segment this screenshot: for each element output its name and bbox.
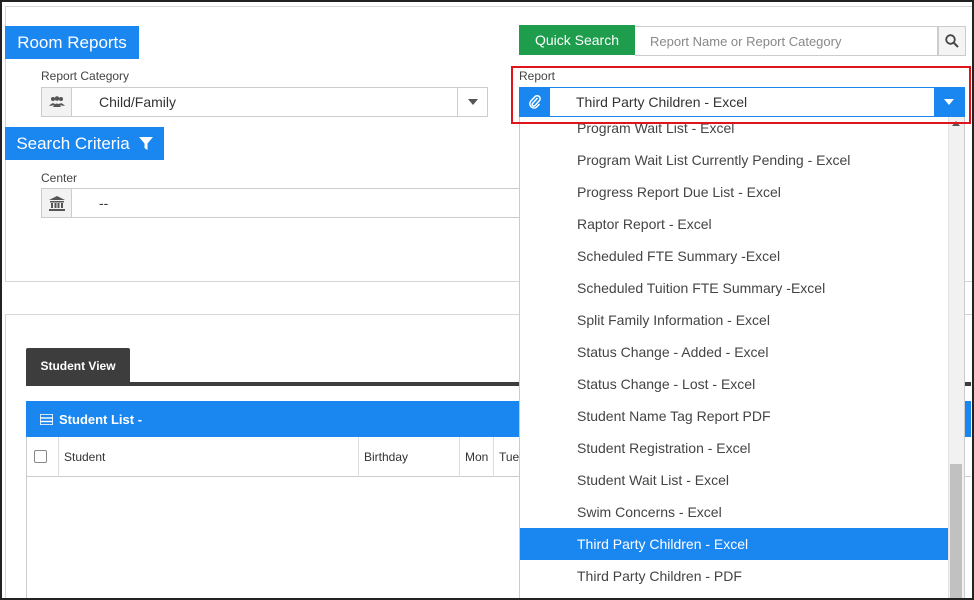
select-all-checkbox[interactable]	[34, 450, 47, 463]
search-icon	[945, 34, 959, 48]
building-icon	[42, 189, 72, 217]
dropdown-item[interactable]: Scheduled Tuition FTE Summary -Excel	[520, 272, 949, 304]
dropdown-item[interactable]: Student Wait List - Excel	[520, 464, 949, 496]
dropdown-item[interactable]: Status Change - Lost - Excel	[520, 368, 949, 400]
report-highlight-box	[511, 66, 971, 124]
report-category-select[interactable]: Child/Family	[41, 87, 488, 117]
dropdown-item[interactable]: Swim Concerns - Excel	[520, 496, 949, 528]
center-value: --	[99, 195, 109, 211]
dropdown-item[interactable]: Progress Report Due List - Excel	[520, 176, 949, 208]
dropdown-item[interactable]: Raptor Report - Excel	[520, 208, 949, 240]
chevron-down-icon[interactable]	[457, 88, 487, 116]
quick-search-label: Quick Search	[534, 32, 620, 48]
dropdown-item[interactable]: Third Party Children - PDF	[520, 560, 949, 592]
room-reports-label: Room Reports	[17, 32, 127, 52]
dropdown-item[interactable]: Status Change - Added - Excel	[520, 336, 949, 368]
center-select[interactable]: --	[41, 188, 521, 218]
tab-student-view-label: Student View	[40, 359, 116, 373]
search-button[interactable]	[938, 26, 966, 56]
report-category-label: Report Category	[41, 69, 130, 83]
room-reports-header: Room Reports	[5, 26, 139, 59]
filter-icon	[138, 136, 153, 150]
report-dropdown-list[interactable]: Program Wait List - Excel Program Wait L…	[519, 117, 965, 600]
quick-search-placeholder: Report Name or Report Category	[650, 33, 842, 49]
search-criteria-label: Search Criteria	[16, 133, 130, 153]
column-header-mon[interactable]: Mon	[459, 437, 493, 477]
users-icon	[42, 88, 72, 116]
tab-student-view[interactable]: Student View	[26, 348, 130, 384]
dropdown-item[interactable]: Program Wait List Currently Pending - Ex…	[520, 144, 949, 176]
column-header-student[interactable]: Student	[58, 437, 361, 477]
search-criteria-header[interactable]: Search Criteria	[5, 127, 164, 160]
center-label: Center	[41, 171, 78, 185]
column-header-birthday[interactable]: Birthday	[358, 437, 459, 477]
dropdown-item[interactable]: Student Registration - Excel	[520, 432, 949, 464]
student-list-title: Student List -	[59, 411, 143, 427]
report-category-value: Child/Family	[99, 94, 177, 110]
dropdown-item[interactable]: Scheduled FTE Summary -Excel	[520, 240, 949, 272]
list-icon	[40, 413, 53, 425]
dropdown-item[interactable]: Student Name Tag Report PDF	[520, 400, 949, 432]
quick-search-input[interactable]: Report Name or Report Category	[635, 26, 938, 56]
dropdown-item[interactable]: Split Family Information - Excel	[520, 304, 949, 336]
quick-search-button[interactable]: Quick Search	[519, 25, 635, 55]
dropdown-item-selected[interactable]: Third Party Children - Excel	[520, 528, 949, 560]
dropdown-scrollbar[interactable]	[948, 117, 964, 600]
scrollbar-thumb[interactable]	[950, 464, 962, 600]
